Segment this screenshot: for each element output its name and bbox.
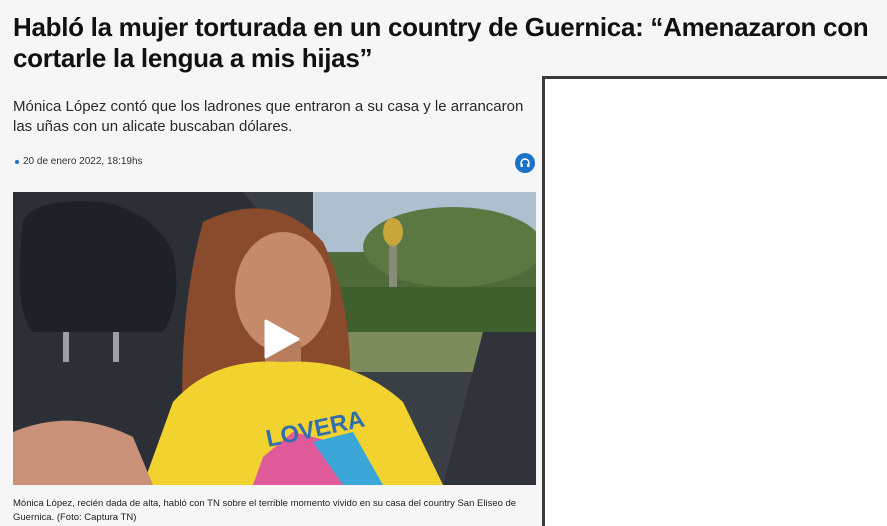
article-headline: Habló la mujer torturada en un country d… bbox=[13, 12, 869, 73]
video-player[interactable]: LOVERA bbox=[13, 192, 536, 485]
image-caption: Mónica López, recién dada de alta, habló… bbox=[13, 498, 517, 523]
article-dek: Mónica López contó que los ladrones que … bbox=[13, 98, 524, 135]
publish-date: 20 de enero 2022, 18:19hs bbox=[23, 156, 143, 167]
bullet-icon bbox=[15, 160, 19, 164]
play-icon[interactable] bbox=[260, 319, 300, 359]
ad-slot bbox=[542, 76, 887, 526]
article-meta: 20 de enero 2022, 18:19hs bbox=[13, 153, 535, 173]
headphones-icon[interactable] bbox=[515, 153, 535, 173]
